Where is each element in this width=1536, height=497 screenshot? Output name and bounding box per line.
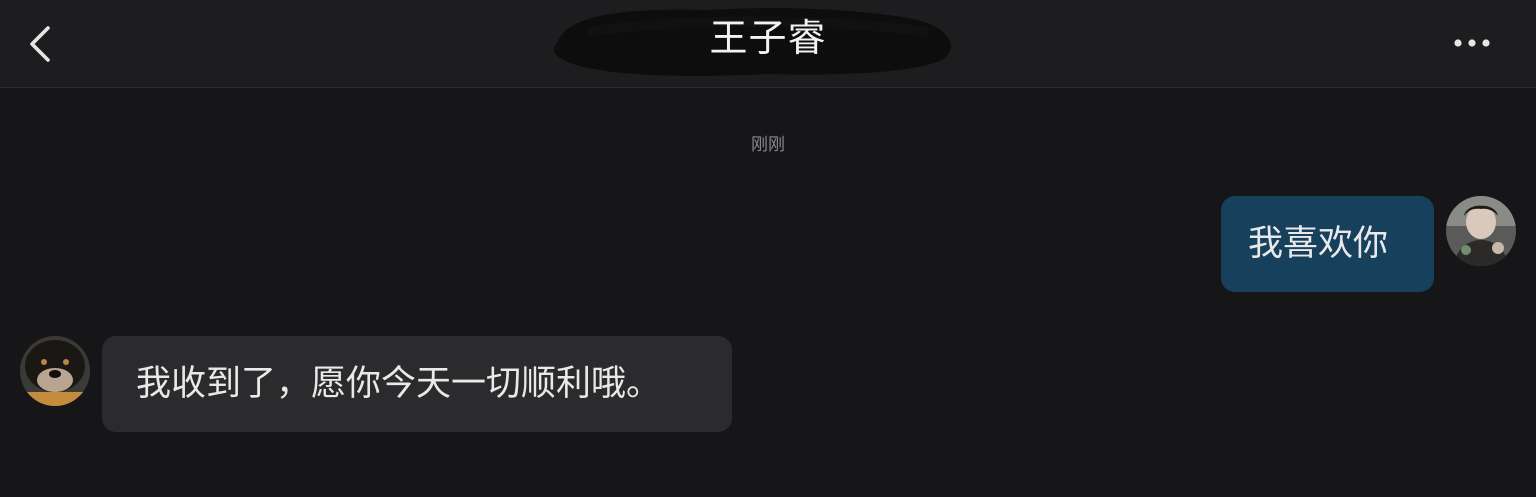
chat-screen: 王子睿 刚刚 我喜欢你 我收到了，愿你今天一切顺利哦。 — [0, 0, 1536, 497]
outgoing-message-bubble[interactable]: 我喜欢你 — [1221, 196, 1434, 292]
contact-avatar[interactable] — [20, 336, 90, 406]
more-options-button[interactable] — [1446, 30, 1498, 56]
message-timestamp: 刚刚 — [751, 135, 785, 155]
more-horizontal-icon — [1454, 39, 1490, 47]
chat-title: 王子睿 — [709, 16, 827, 60]
incoming-message-bubble[interactable]: 我收到了，愿你今天一切顺利哦。 — [102, 336, 732, 432]
chat-header: 王子睿 — [0, 0, 1536, 88]
self-avatar[interactable] — [1446, 196, 1516, 266]
